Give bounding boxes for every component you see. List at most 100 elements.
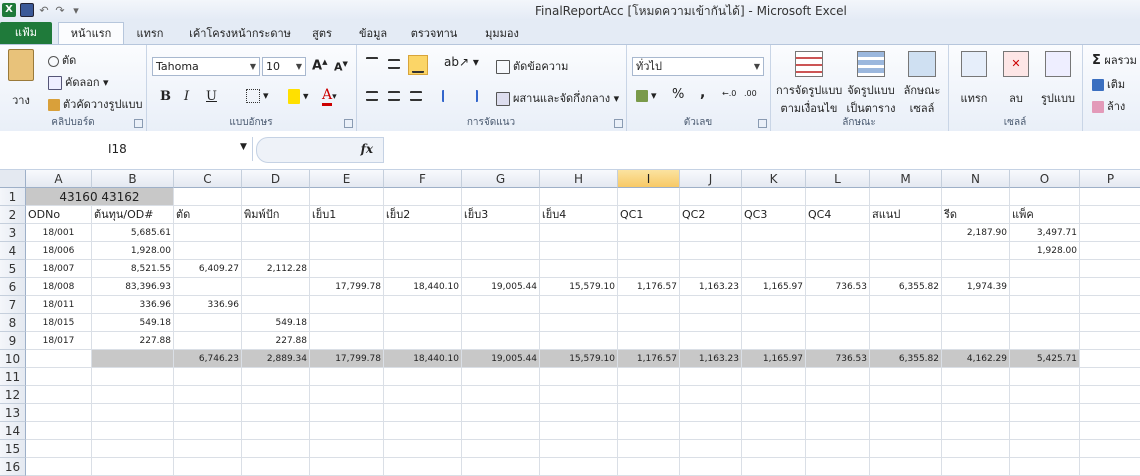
column-header-g[interactable]: G bbox=[462, 170, 540, 188]
grid-cell[interactable] bbox=[26, 458, 92, 476]
column-header-h[interactable]: H bbox=[540, 170, 618, 188]
grid-cell[interactable] bbox=[1080, 404, 1140, 422]
grid-cell[interactable] bbox=[942, 458, 1010, 476]
grid-cell[interactable] bbox=[310, 296, 384, 314]
grid-cell[interactable] bbox=[384, 458, 462, 476]
insert-cells-button[interactable]: แทรก bbox=[954, 51, 994, 107]
grid-cell[interactable] bbox=[806, 422, 870, 440]
grid-cell[interactable] bbox=[806, 368, 870, 386]
grid-cell[interactable] bbox=[742, 440, 806, 458]
grid-cell[interactable] bbox=[806, 458, 870, 476]
cell-a7[interactable]: 18/011 bbox=[26, 296, 92, 314]
cell-c2[interactable]: ตัด bbox=[174, 206, 242, 224]
grid-cell[interactable] bbox=[742, 458, 806, 476]
save-icon[interactable] bbox=[20, 3, 34, 17]
cell-n3[interactable]: 2,187.90 bbox=[942, 224, 1010, 242]
grid-cell[interactable] bbox=[1080, 224, 1140, 242]
grid-cell[interactable] bbox=[384, 368, 462, 386]
cell-b2[interactable]: ต้นทุน/OD# bbox=[92, 206, 174, 224]
grid-cell[interactable] bbox=[870, 458, 942, 476]
grid-cell[interactable] bbox=[870, 332, 942, 350]
cell-o4[interactable]: 1,928.00 bbox=[1010, 242, 1080, 260]
cell-m2[interactable]: สแนป bbox=[870, 206, 942, 224]
cut-button[interactable]: ตัด bbox=[48, 51, 76, 69]
paste-button[interactable]: วาง bbox=[6, 49, 36, 107]
grid-cell[interactable] bbox=[174, 314, 242, 332]
grid-cell[interactable] bbox=[1010, 260, 1080, 278]
grid-cell[interactable] bbox=[680, 458, 742, 476]
grid-cell[interactable] bbox=[540, 260, 618, 278]
cell-b7[interactable]: 336.96 bbox=[92, 296, 174, 314]
grid-cell[interactable] bbox=[540, 188, 618, 206]
row-header-6[interactable]: 6 bbox=[0, 278, 26, 296]
format-cells-button[interactable]: รูปแบบ bbox=[1038, 51, 1078, 107]
conditional-formatting-button[interactable]: การจัดรูปแบบ ตามเงื่อนไข bbox=[776, 51, 842, 117]
grid-cell[interactable] bbox=[174, 386, 242, 404]
row-header-16[interactable]: 16 bbox=[0, 458, 26, 476]
clear-button[interactable]: ล้าง bbox=[1092, 97, 1125, 115]
grid-cell[interactable] bbox=[384, 260, 462, 278]
grid-cell[interactable] bbox=[618, 188, 680, 206]
grid-cell[interactable] bbox=[26, 368, 92, 386]
format-painter-button[interactable]: ตัวคัดวางรูปแบบ bbox=[48, 95, 143, 113]
grid-cell[interactable] bbox=[310, 368, 384, 386]
grid-cell[interactable] bbox=[310, 260, 384, 278]
cell-e10[interactable]: 17,799.78 bbox=[310, 350, 384, 368]
grid-cell[interactable] bbox=[942, 242, 1010, 260]
grid-cell[interactable] bbox=[870, 404, 942, 422]
grid-cell[interactable] bbox=[384, 296, 462, 314]
cell-a3[interactable]: 18/001 bbox=[26, 224, 92, 242]
cell-styles-button[interactable]: ลักษณะ เซลล์ bbox=[900, 51, 944, 117]
tab-review[interactable]: ตรวจทาน bbox=[404, 24, 464, 44]
column-header-m[interactable]: M bbox=[870, 170, 942, 188]
grid-cell[interactable] bbox=[1010, 458, 1080, 476]
grid-cell[interactable] bbox=[1080, 188, 1140, 206]
grid-cell[interactable] bbox=[1010, 440, 1080, 458]
grid-cell[interactable] bbox=[870, 188, 942, 206]
cell-k6[interactable]: 1,165.97 bbox=[742, 278, 806, 296]
tab-insert[interactable]: แทรก bbox=[128, 24, 172, 44]
row-header-5[interactable]: 5 bbox=[0, 260, 26, 278]
grid-cell[interactable] bbox=[742, 260, 806, 278]
copy-button[interactable]: คัดลอก ▾ bbox=[48, 73, 109, 91]
grid-cell[interactable] bbox=[806, 386, 870, 404]
tab-page-layout[interactable]: เค้าโครงหน้ากระดาษ bbox=[180, 24, 300, 44]
grid-cell[interactable] bbox=[540, 296, 618, 314]
column-header-d[interactable]: D bbox=[242, 170, 310, 188]
cell-h10[interactable]: 15,579.10 bbox=[540, 350, 618, 368]
grid-cell[interactable] bbox=[680, 386, 742, 404]
grid-cell[interactable] bbox=[310, 458, 384, 476]
grid-cell[interactable] bbox=[870, 242, 942, 260]
align-center-button[interactable] bbox=[388, 89, 403, 102]
column-header-j[interactable]: J bbox=[680, 170, 742, 188]
grow-font-button[interactable]: A▲ bbox=[312, 58, 327, 73]
grid-cell[interactable] bbox=[310, 224, 384, 242]
cell-b8[interactable]: 549.18 bbox=[92, 314, 174, 332]
number-format-combo[interactable]: ทั่วไป ▼ bbox=[632, 57, 764, 76]
cell-d10[interactable]: 2,889.34 bbox=[242, 350, 310, 368]
column-header-i[interactable]: I bbox=[618, 170, 680, 188]
align-left-button[interactable] bbox=[366, 89, 381, 102]
cell-k2[interactable]: QC3 bbox=[742, 206, 806, 224]
cell-m6[interactable]: 6,355.82 bbox=[870, 278, 942, 296]
column-header-l[interactable]: L bbox=[806, 170, 870, 188]
grid-cell[interactable] bbox=[540, 224, 618, 242]
grid-cell[interactable] bbox=[742, 314, 806, 332]
font-color-button[interactable]: A▾ bbox=[322, 87, 337, 106]
grid-cell[interactable] bbox=[540, 314, 618, 332]
row-header-4[interactable]: 4 bbox=[0, 242, 26, 260]
row-header-10[interactable]: 10 bbox=[0, 350, 26, 368]
grid-cell[interactable] bbox=[26, 386, 92, 404]
cell-f6[interactable]: 18,440.10 bbox=[384, 278, 462, 296]
number-launcher-icon[interactable] bbox=[758, 119, 767, 128]
grid-cell[interactable] bbox=[618, 314, 680, 332]
formula-input[interactable] bbox=[384, 137, 1134, 161]
fill-button[interactable]: เติม bbox=[1092, 75, 1125, 93]
grid-cell[interactable] bbox=[742, 332, 806, 350]
grid-cell[interactable] bbox=[174, 278, 242, 296]
grid-cell[interactable] bbox=[806, 404, 870, 422]
grid-cell[interactable] bbox=[680, 296, 742, 314]
grid-cell[interactable] bbox=[462, 224, 540, 242]
grid-cell[interactable] bbox=[384, 224, 462, 242]
grid-cell[interactable] bbox=[618, 332, 680, 350]
